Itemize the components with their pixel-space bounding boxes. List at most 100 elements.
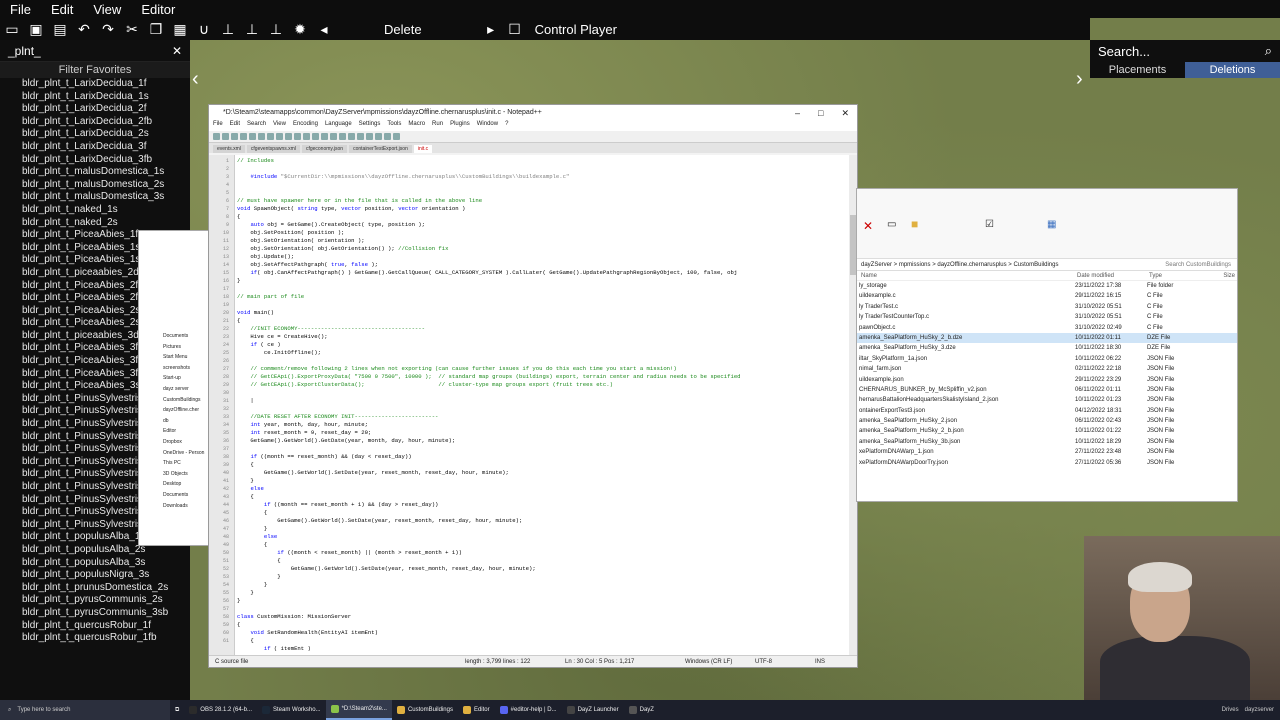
code-text[interactable]: // Includes #include "$CurrentDir:\\mpmi… — [237, 157, 741, 653]
nav-pane-item[interactable]: OneDrive - Person — [139, 448, 209, 459]
file-row[interactable]: xePlatformDNAWarp_1.json 27/11/2022 23:48… — [857, 447, 1237, 457]
save-all-icon[interactable] — [240, 133, 247, 140]
play-icon[interactable]: ▸ — [480, 20, 502, 38]
cut-icon[interactable]: ✂ — [121, 20, 143, 38]
file-row[interactable]: ly_storage 23/11/2022 17:38 File folder — [857, 281, 1237, 291]
file-row[interactable]: nimal_farm.json 02/11/2022 22:18 JSON File — [857, 364, 1237, 374]
new-file-icon[interactable]: ▭ — [1, 20, 23, 38]
object-list-item[interactable]: bldr_plnt_t_LarixDecidua_1s — [22, 91, 190, 104]
object-list-item[interactable]: bldr_plnt_t_naked_2s — [22, 217, 190, 230]
object-search-field[interactable]: _plnt_ ✕ — [0, 40, 190, 62]
stop-icon[interactable] — [384, 133, 391, 140]
object-list-item[interactable]: bldr_plnt_t_malusDomestica_2s — [22, 179, 190, 192]
nav-pane-item[interactable]: CustomBuildings — [139, 395, 209, 406]
notepad-tab[interactable]: events.xml — [213, 145, 245, 153]
object-list-item[interactable]: bldr_plnt_t_prunusDomestica_2s — [22, 582, 190, 595]
nav-pane-item[interactable]: Desktop — [139, 479, 209, 490]
new-icon[interactable] — [213, 133, 220, 140]
nav-pane-item[interactable]: Start-up — [139, 373, 209, 384]
tab-placements[interactable]: Placements — [1090, 62, 1185, 78]
nav-pane-item[interactable]: dayzOffline.cher — [139, 405, 209, 416]
file-row[interactable]: amenka_SeaPlatform_HuSky_3.dze 10/11/2022… — [857, 343, 1237, 353]
taskbar-app[interactable]: *D:\Steam2\ste... — [325, 700, 392, 720]
cut-icon[interactable] — [267, 133, 274, 140]
file-row[interactable]: uildexample.json 29/11/2022 23:29 JSON Fil… — [857, 375, 1237, 385]
close-icon[interactable]: ✕ — [172, 44, 182, 58]
file-row[interactable]: pawnObject.c 31/10/2022 02:49 C File — [857, 323, 1237, 333]
notepad-menu-item[interactable]: ? — [505, 121, 508, 131]
paste-icon[interactable] — [285, 133, 292, 140]
col-name[interactable]: Name — [861, 271, 1077, 280]
col-type[interactable]: Type — [1149, 271, 1209, 280]
placements-search-field[interactable]: Search... ⌕ — [1090, 40, 1280, 62]
paste-icon[interactable]: ▦ — [169, 20, 191, 38]
object-list-item[interactable]: bldr_plnt_t_pyrusCommunis_2s — [22, 594, 190, 607]
notepad-menu-item[interactable]: Settings — [359, 121, 381, 131]
tray-dayzserver[interactable]: dayzserver — [1245, 707, 1274, 713]
nav-pane-item[interactable]: Pictures — [139, 342, 209, 353]
undo-icon[interactable] — [294, 133, 301, 140]
object-list-item[interactable]: bldr_plnt_t_LarixDecidua_2fb — [22, 116, 190, 129]
nav-pane-item[interactable]: db — [139, 416, 209, 427]
select-all-icon[interactable]: ▦ — [1047, 219, 1056, 230]
taskbar-app[interactable]: DayZ — [624, 700, 659, 720]
menu-edit[interactable]: Edit — [41, 2, 83, 17]
notepad-menu-item[interactable]: Search — [247, 121, 266, 131]
notepad-tab[interactable]: cfgeventspawns.xml — [246, 145, 300, 153]
explorer-search-placeholder[interactable]: Search CustomBuildings — [1165, 259, 1237, 270]
delete-icon[interactable]: ✕ — [863, 219, 873, 233]
notepad-menu-item[interactable]: Macro — [408, 121, 425, 131]
nav-pane-item[interactable]: Dropbox — [139, 437, 209, 448]
nav-pane-item[interactable]: screenshots — [139, 363, 209, 374]
close-doc-icon[interactable] — [249, 133, 256, 140]
rename-icon[interactable]: ▭ — [887, 219, 896, 230]
arrow-left-icon[interactable]: ◂ — [313, 20, 335, 38]
taskbar-app[interactable]: Editor — [458, 700, 495, 720]
notepad-menu-item[interactable]: Plugins — [450, 121, 470, 131]
object-list-item[interactable]: bldr_plnt_t_quercusRobur_1f — [22, 620, 190, 633]
file-row[interactable]: uildexample.c 29/11/2022 16:15 C File — [857, 291, 1237, 301]
object-list-item[interactable]: bldr_plnt_t_malusDomestica_1s — [22, 166, 190, 179]
sun-icon[interactable]: ✹ — [289, 20, 311, 38]
notepad-menu-item[interactable]: Window — [477, 121, 498, 131]
save-icon[interactable] — [231, 133, 238, 140]
close-icon[interactable]: ✕ — [841, 105, 849, 121]
search-icon[interactable]: ⌕ — [1265, 43, 1272, 59]
zoom-out-icon[interactable] — [339, 133, 346, 140]
notepad-menu-item[interactable]: File — [213, 121, 223, 131]
collapse-right-icon[interactable]: › — [1076, 68, 1083, 91]
taskbar-app[interactable]: DayZ Launcher — [562, 700, 624, 720]
tray-drives[interactable]: Drives — [1222, 707, 1239, 713]
copy-icon[interactable] — [276, 133, 283, 140]
task-view-icon[interactable]: ⧉ — [170, 700, 184, 720]
file-row[interactable]: amenka_SeaPlatform_HuSky_2_b.json 10/11/2… — [857, 426, 1237, 436]
object-list-item[interactable]: bldr_plnt_t_malusDomestica_3s — [22, 191, 190, 204]
nav-pane-item[interactable]: dayz server — [139, 384, 209, 395]
properties-icon[interactable]: ☑ — [985, 219, 994, 230]
control-player-checkbox[interactable]: ☐ — [504, 20, 526, 38]
ground-snap-icon[interactable]: ⊥ — [217, 20, 239, 38]
taskbar-app[interactable]: #editor-help | D... — [495, 700, 562, 720]
redo-icon[interactable]: ↷ — [97, 20, 119, 38]
menu-editor[interactable]: Editor — [131, 2, 185, 17]
taskbar-app[interactable]: CustomBuildings — [392, 700, 458, 720]
indent-icon[interactable] — [366, 133, 373, 140]
file-row[interactable]: amenka_SeaPlatform_HuSky_3b.json 10/11/20… — [857, 437, 1237, 447]
nav-pane-item[interactable]: This PC — [139, 458, 209, 469]
new-folder-icon[interactable]: ■ — [911, 217, 918, 231]
notepad-tab[interactable]: containerTestExport.json — [349, 145, 412, 153]
ground-snap-down-icon[interactable]: ⊥ — [265, 20, 287, 38]
col-date[interactable]: Date modified — [1077, 271, 1149, 280]
file-row[interactable]: ly TraderTestCounterTop.c 31/10/2022 05:5… — [857, 312, 1237, 322]
object-list-item[interactable]: bldr_plnt_t_quercusRobur_1fb — [22, 632, 190, 645]
nav-pane-item[interactable]: Editor — [139, 426, 209, 437]
object-list-item[interactable]: bldr_plnt_t_LarixDecidua_2s — [22, 128, 190, 141]
file-row[interactable]: ontainerExportTest3.json 04/12/2022 18:31… — [857, 406, 1237, 416]
notepad-menu-item[interactable]: Edit — [230, 121, 240, 131]
file-row[interactable]: ly TraderTest.c 31/10/2022 05:51 C File — [857, 302, 1237, 312]
sync-icon[interactable] — [348, 133, 355, 140]
file-row[interactable]: xePlatformDNAWarpDoorTry.json 27/11/2022 … — [857, 458, 1237, 468]
explorer-address-bar[interactable]: dayZServer > mpmissions > dayzOffline.ch… — [857, 259, 1237, 271]
maximize-icon[interactable]: □ — [818, 105, 823, 121]
object-list-item[interactable]: bldr_plnt_t_populusNigra_3s — [22, 569, 190, 582]
